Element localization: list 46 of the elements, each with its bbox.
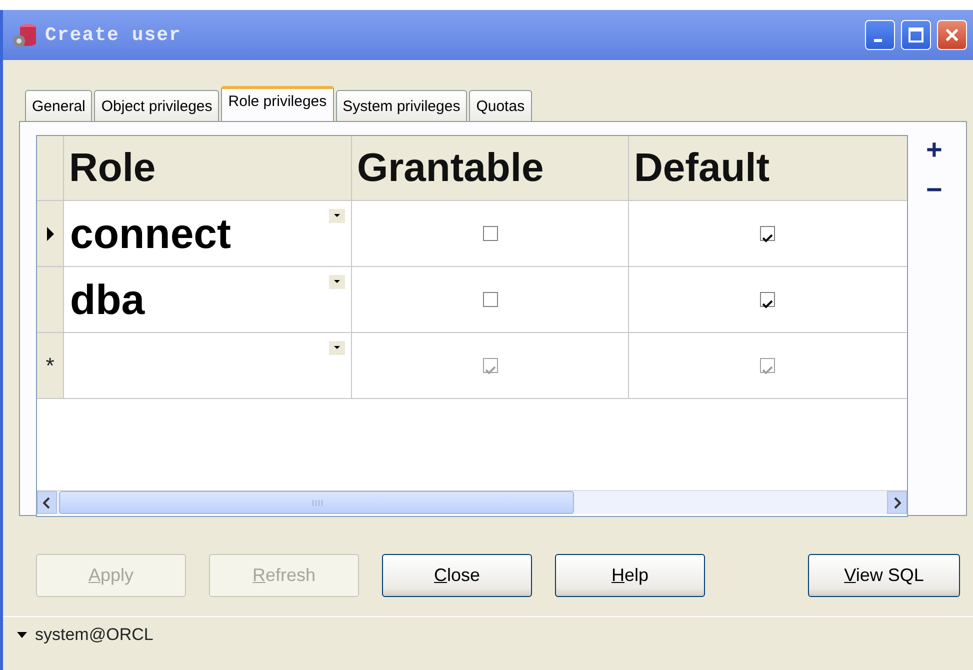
database-icon <box>11 21 39 49</box>
dropdown-button[interactable] <box>329 341 345 355</box>
tab[interactable]: Object privileges <box>94 90 220 121</box>
caret-icon <box>334 346 340 349</box>
row-header[interactable]: * <box>37 333 64 398</box>
tab[interactable]: Role privileges <box>221 86 334 121</box>
close-window-button[interactable] <box>937 20 967 50</box>
checkbox[interactable] <box>482 292 498 307</box>
dropdown-arrow-icon <box>17 632 27 638</box>
dialog-button: Refresh <box>209 554 359 597</box>
scroll-right-button[interactable] <box>887 491 907 514</box>
close-icon <box>944 26 960 44</box>
minimize-icon <box>874 38 882 42</box>
column-header: Default <box>633 145 771 192</box>
tab[interactable]: General <box>25 90 92 121</box>
connection-label: system@ORCL <box>35 624 154 646</box>
checkbox[interactable] <box>760 292 775 307</box>
grip-icon <box>310 498 322 506</box>
dialog-button[interactable]: Close <box>382 554 532 597</box>
current-row-icon <box>46 226 54 240</box>
column-header: Grantable <box>352 136 629 200</box>
dialog-button[interactable]: Help <box>555 554 705 597</box>
tab[interactable]: System privileges <box>336 90 468 121</box>
dropdown-button[interactable] <box>329 275 345 289</box>
add-button[interactable]: + <box>926 135 942 165</box>
dialog-button[interactable]: View SQL <box>808 554 960 597</box>
table-cell-text: connect <box>70 209 232 259</box>
horizontal-scrollbar[interactable] <box>37 490 907 514</box>
minimize-button[interactable] <box>865 20 895 50</box>
scroll-left-button[interactable] <box>37 491 57 514</box>
table-cell-text: dba <box>70 275 145 325</box>
scroll-thumb[interactable] <box>59 491 574 514</box>
column-header: Role <box>64 136 352 200</box>
new-row-marker: * <box>46 352 54 380</box>
window-title: Create user <box>45 22 182 48</box>
dialog-button: Apply <box>36 554 186 597</box>
checkbox[interactable] <box>760 226 775 241</box>
row-header[interactable] <box>37 201 64 266</box>
dropdown-button[interactable] <box>329 209 345 223</box>
caret-icon <box>334 280 340 283</box>
maximize-button[interactable] <box>901 20 931 50</box>
checkbox[interactable] <box>482 226 498 241</box>
tab[interactable]: Quotas <box>469 90 532 121</box>
maximize-icon <box>908 27 924 43</box>
caret-icon <box>334 214 340 217</box>
remove-button[interactable]: − <box>926 175 942 205</box>
